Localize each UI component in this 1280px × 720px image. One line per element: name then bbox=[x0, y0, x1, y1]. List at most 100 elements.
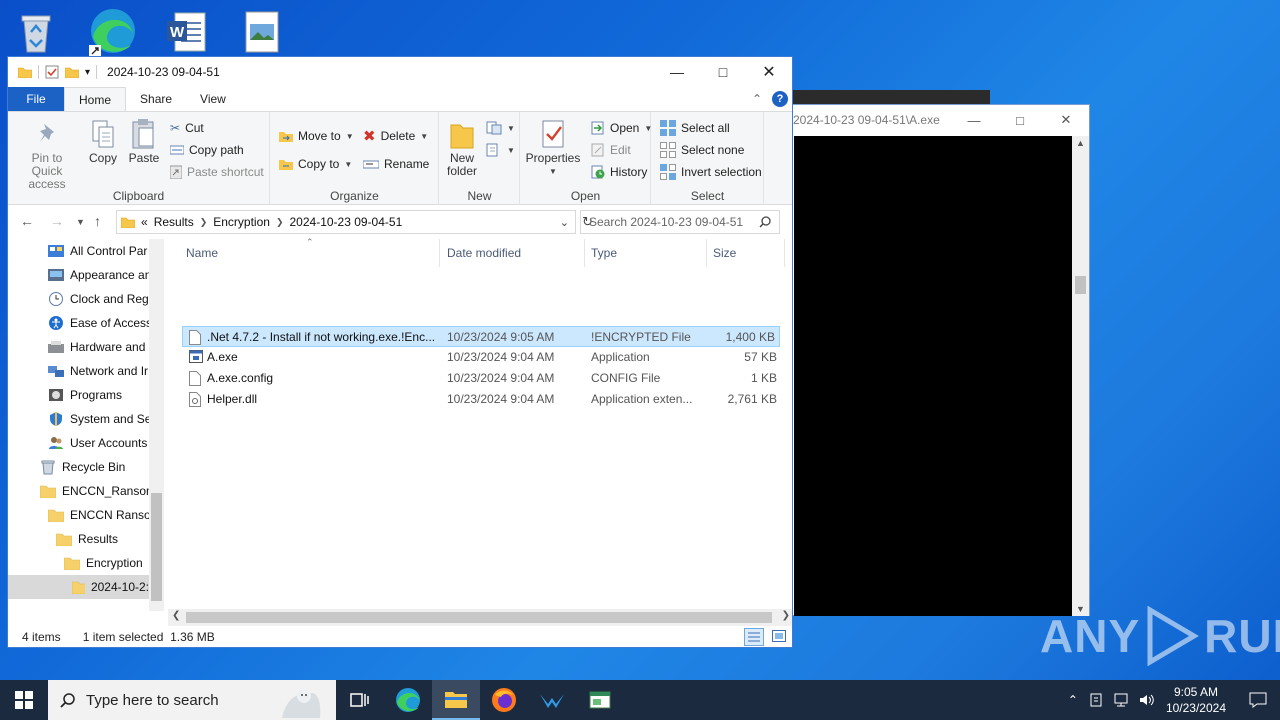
tab-share[interactable]: Share bbox=[126, 87, 186, 111]
console-scrollbar[interactable]: ▲ ▼ bbox=[1072, 136, 1089, 616]
nav-item-network[interactable]: Network and Ir bbox=[48, 359, 148, 383]
tab-file[interactable]: File bbox=[8, 87, 64, 111]
breadcrumb-overflow[interactable]: « bbox=[141, 215, 148, 229]
properties-button[interactable]: Properties ▼ bbox=[525, 118, 581, 178]
notifications-button[interactable] bbox=[1236, 680, 1280, 720]
invert-selection-button[interactable]: Invert selection bbox=[660, 162, 762, 182]
column-header-name[interactable]: Name bbox=[180, 239, 440, 267]
collapse-ribbon-icon[interactable]: ⌃ bbox=[752, 92, 762, 106]
table-row[interactable]: A.exe 10/23/2024 9:04 AM Application 57 … bbox=[183, 347, 781, 368]
details-view-icon[interactable] bbox=[744, 628, 764, 646]
cut-button[interactable]: ✂ Cut bbox=[170, 118, 204, 138]
nav-item-system-security[interactable]: System and Sec bbox=[48, 407, 157, 431]
properties-check-icon[interactable] bbox=[45, 65, 59, 79]
nav-item-all-control-panel[interactable]: All Control Par bbox=[48, 239, 147, 263]
rename-button[interactable]: Rename bbox=[363, 154, 429, 174]
file-explorer-window[interactable]: ▾ 2024-10-23 09-04-51 — □ ✕ File Home Sh… bbox=[7, 56, 793, 648]
volume-icon[interactable] bbox=[1138, 692, 1156, 708]
edit-button[interactable]: Edit bbox=[591, 140, 631, 160]
column-header-type[interactable]: Type bbox=[585, 239, 707, 267]
console-window[interactable]: 2024-10-23 09-04-51\A.exe — □ ✕ ▲ ▼ bbox=[786, 104, 1090, 616]
show-hidden-icons-icon[interactable]: ⌃ bbox=[1068, 693, 1078, 707]
breadcrumb-current[interactable]: 2024-10-23 09-04-51 bbox=[290, 215, 403, 229]
select-all-button[interactable]: Select all bbox=[660, 118, 730, 138]
nav-item-hardware[interactable]: Hardware and bbox=[48, 335, 145, 359]
recent-locations-icon[interactable]: ▼ bbox=[76, 217, 85, 227]
minimize-icon[interactable]: — bbox=[654, 57, 700, 87]
help-icon[interactable]: ? bbox=[772, 91, 788, 107]
edge-icon[interactable] bbox=[84, 6, 140, 58]
horizontal-scrollbar[interactable]: ❮ ❯ bbox=[168, 609, 792, 626]
delete-button[interactable]: ✖ Delete ▼ bbox=[363, 126, 428, 146]
nav-item-enccn-ransom[interactable]: ENCCN_Ransom bbox=[40, 479, 156, 503]
close-icon[interactable]: ✕ bbox=[1043, 105, 1089, 135]
clock[interactable]: 9:05 AM 10/23/2024 bbox=[1166, 684, 1226, 716]
back-arrow-icon[interactable]: ← bbox=[20, 213, 34, 229]
chevron-down-icon[interactable]: ⌄ bbox=[560, 216, 569, 229]
maximize-icon[interactable]: □ bbox=[997, 105, 1043, 135]
up-arrow-icon[interactable]: ↑ bbox=[94, 213, 101, 229]
nav-item-appearance[interactable]: Appearance an bbox=[48, 263, 151, 287]
search-input[interactable]: Search 2024-10-23 09-04-51 bbox=[580, 210, 780, 234]
file-list[interactable]: ⌃ Name Date modified Type Size .Net 4.7.… bbox=[168, 237, 792, 611]
select-none-button[interactable]: Select none bbox=[660, 140, 744, 160]
taskbar-search-input[interactable]: Type here to search bbox=[48, 680, 336, 720]
taskbar-edge-button[interactable] bbox=[384, 680, 432, 720]
tab-view[interactable]: View bbox=[186, 87, 240, 111]
large-icons-view-icon[interactable] bbox=[772, 630, 786, 645]
customize-toolbar-icon[interactable]: ▾ bbox=[85, 67, 90, 78]
nav-item-current-folder[interactable]: 2024-10-2: bbox=[8, 575, 149, 599]
navigation-pane[interactable]: All Control Par Appearance an Clock and … bbox=[8, 239, 164, 611]
column-header-size[interactable]: Size bbox=[707, 239, 785, 267]
scroll-right-icon[interactable]: ❯ bbox=[782, 610, 790, 621]
taskbar-anyrun-button[interactable] bbox=[528, 680, 576, 720]
taskbar-file-explorer-button[interactable] bbox=[432, 680, 480, 720]
nav-item-results[interactable]: Results bbox=[56, 527, 118, 551]
network-status-icon[interactable] bbox=[1112, 692, 1130, 708]
paste-shortcut-button[interactable]: Paste shortcut bbox=[170, 162, 264, 182]
copy-path-button[interactable]: Copy path bbox=[170, 140, 244, 160]
taskbar-firefox-button[interactable] bbox=[480, 680, 528, 720]
table-row[interactable]: A.exe.config 10/23/2024 9:04 AM CONFIG F… bbox=[183, 368, 781, 389]
nav-item-programs[interactable]: Programs bbox=[48, 383, 122, 407]
nav-item-recycle-bin[interactable]: Recycle Bin bbox=[40, 455, 125, 479]
copy-to-button[interactable]: Copy to ▼ bbox=[279, 154, 352, 174]
word-icon[interactable]: W bbox=[158, 6, 214, 58]
column-header-date[interactable]: Date modified bbox=[441, 239, 585, 267]
scroll-up-icon[interactable]: ▲ bbox=[1076, 138, 1085, 148]
table-row[interactable]: .Net 4.7.2 - Install if not working.exe.… bbox=[182, 326, 780, 347]
start-button[interactable] bbox=[0, 680, 48, 720]
forward-arrow-icon[interactable]: → bbox=[50, 213, 64, 229]
nav-item-encryption[interactable]: Encryption bbox=[64, 551, 143, 575]
image-file-icon[interactable] bbox=[234, 6, 290, 58]
scroll-left-icon[interactable]: ❮ bbox=[172, 610, 180, 621]
breadcrumb-encryption[interactable]: Encryption bbox=[213, 215, 270, 229]
new-folder-button[interactable]: New folder bbox=[444, 118, 480, 178]
device-icon[interactable] bbox=[1088, 692, 1104, 708]
tab-home[interactable]: Home bbox=[64, 87, 127, 111]
task-view-button[interactable] bbox=[336, 680, 384, 720]
horizontal-scrollbar-thumb[interactable] bbox=[186, 612, 772, 623]
title-bar[interactable]: ▾ 2024-10-23 09-04-51 — □ ✕ bbox=[8, 57, 792, 87]
nav-scrollbar-thumb[interactable] bbox=[151, 493, 162, 601]
easy-access-button[interactable]: ▼ bbox=[486, 140, 515, 160]
history-button[interactable]: History bbox=[591, 162, 647, 182]
copy-button[interactable]: Copy bbox=[84, 118, 122, 165]
open-button[interactable]: Open ▼ bbox=[591, 118, 652, 138]
nav-item-user-accounts[interactable]: User Accounts bbox=[48, 431, 147, 455]
taskbar-app-window-button[interactable] bbox=[576, 680, 624, 720]
maximize-icon[interactable]: □ bbox=[700, 57, 746, 87]
close-icon[interactable]: ✕ bbox=[746, 57, 792, 87]
nav-item-enccn-ransom-sub[interactable]: ENCCN Ransor bbox=[48, 503, 155, 527]
address-input[interactable]: « Results ❯ Encryption ❯ 2024-10-23 09-0… bbox=[116, 210, 593, 234]
breadcrumb-results[interactable]: Results bbox=[154, 215, 194, 229]
move-to-button[interactable]: Move to ▼ bbox=[279, 126, 354, 146]
console-output[interactable] bbox=[794, 136, 1072, 616]
minimize-icon[interactable]: — bbox=[951, 105, 997, 135]
table-row[interactable]: Helper.dll 10/23/2024 9:04 AM Applicatio… bbox=[183, 389, 781, 410]
new-folder-icon[interactable] bbox=[65, 66, 79, 78]
new-item-button[interactable]: ▼ bbox=[486, 118, 515, 138]
nav-scrollbar[interactable] bbox=[149, 239, 164, 611]
scrollbar-thumb[interactable] bbox=[1075, 276, 1086, 294]
nav-item-ease-of-access[interactable]: Ease of Access bbox=[48, 311, 152, 335]
